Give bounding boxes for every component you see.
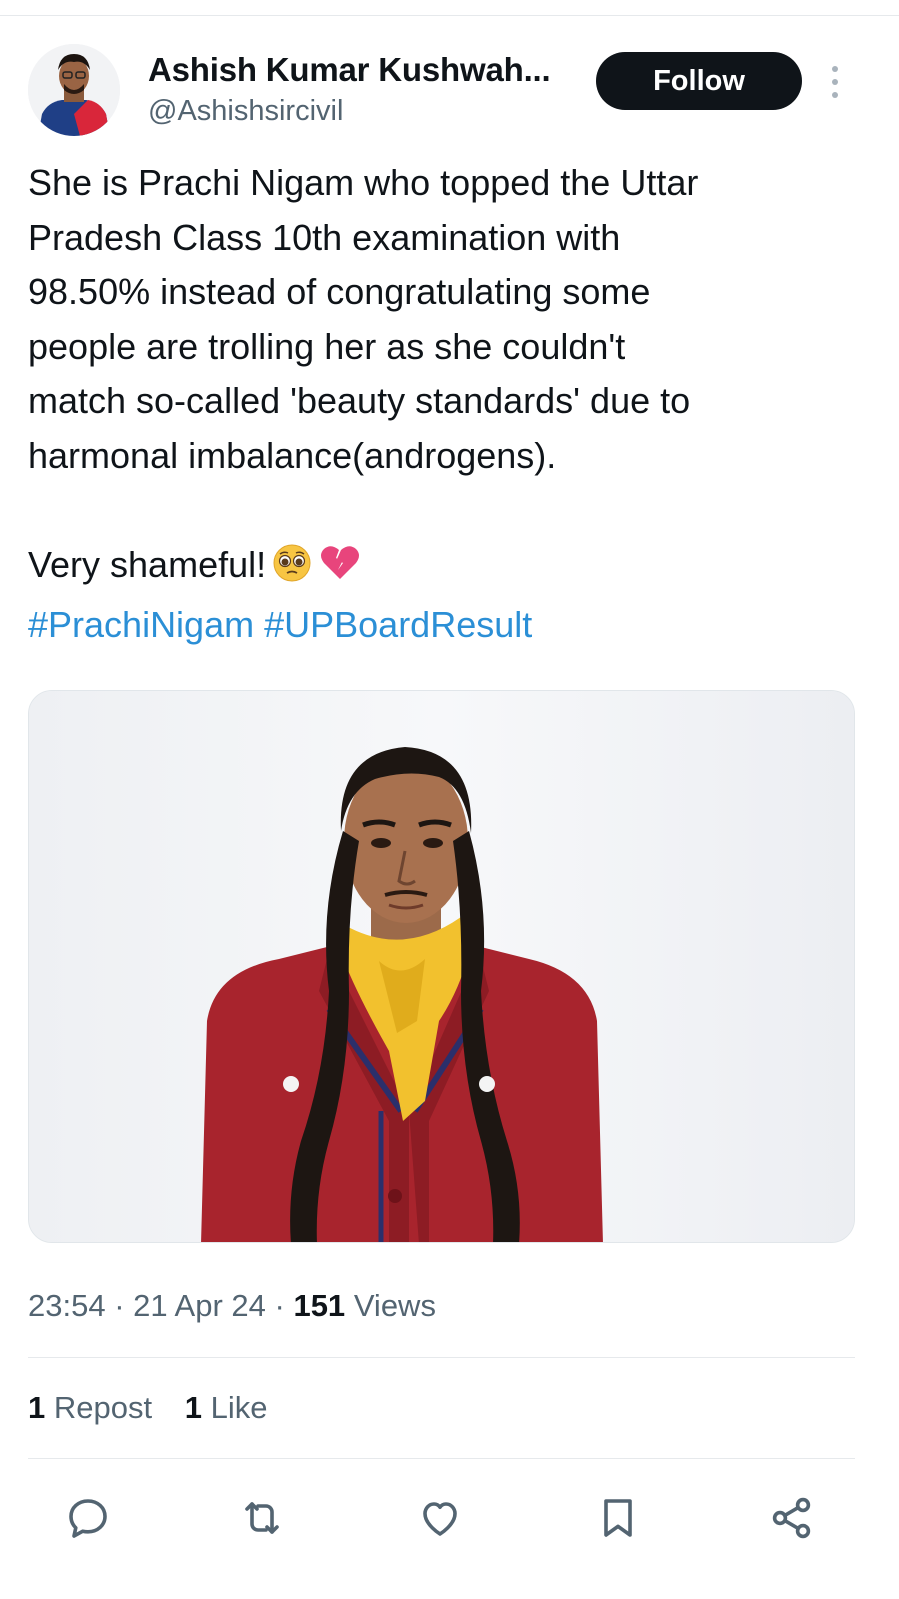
avatar[interactable] — [28, 44, 120, 136]
meta-separator: · — [274, 1288, 285, 1323]
tweet-meta: 23:54 · 21 Apr 24 · 151 Views — [28, 1288, 436, 1324]
author-handle[interactable]: @Ashishsircivil — [148, 92, 588, 130]
more-dot — [832, 79, 838, 85]
tweet-text-line: harmonal imbalance(androgens). — [28, 434, 557, 476]
more-dot — [832, 66, 838, 72]
meta-separator: · — [114, 1288, 125, 1323]
broken-heart-emoji — [318, 543, 362, 599]
reposts-label: Repost — [53, 1390, 153, 1425]
tweet-text-line: Pradesh Class 10th examination with — [28, 216, 621, 258]
portrait-photo — [29, 691, 854, 1242]
likes-stat[interactable]: 1 Like — [185, 1390, 268, 1425]
tweet-text-line: people are trolling her as she couldn't — [28, 325, 626, 367]
author-info[interactable]: Ashish Kumar Kushwah... @Ashishsircivil — [148, 50, 588, 130]
avatar-image — [28, 44, 120, 136]
views-count: 151 — [293, 1288, 346, 1323]
reposts-count: 1 — [28, 1390, 46, 1425]
tweet-time[interactable]: 23:54 — [28, 1288, 106, 1323]
closing-text: Very shameful! — [28, 543, 267, 585]
engagement-stats: 1 Repost 1 Like — [28, 1390, 291, 1426]
views-label: Views — [353, 1288, 436, 1323]
follow-button[interactable]: Follow — [596, 52, 802, 110]
share-icon[interactable] — [764, 1490, 820, 1546]
divider — [28, 1357, 855, 1358]
hashtag-link[interactable]: #PrachiNigam — [28, 604, 254, 645]
action-bar — [28, 1490, 855, 1550]
author-display-name[interactable]: Ashish Kumar Kushwah... — [148, 50, 588, 90]
tweet-header: Ashish Kumar Kushwah... @Ashishsircivil … — [28, 44, 871, 140]
likes-label: Like — [210, 1390, 268, 1425]
repost-icon[interactable] — [234, 1490, 290, 1546]
more-dot — [832, 92, 838, 98]
like-icon[interactable] — [412, 1490, 468, 1546]
likes-count: 1 — [184, 1390, 202, 1425]
reposts-stat[interactable]: 1 Repost — [28, 1390, 152, 1425]
hashtag-link[interactable]: #UPBoardResult — [264, 604, 532, 645]
bookmark-icon[interactable] — [590, 1490, 646, 1546]
hashtags: #PrachiNigam #UPBoardResult — [28, 598, 878, 653]
tweet-image[interactable] — [28, 690, 855, 1243]
closing-line: Very shameful! — [28, 538, 878, 599]
tweet-text: She is Prachi Nigam who topped the Uttar… — [28, 156, 878, 653]
tweet-text-line: match so-called 'beauty standards' due t… — [28, 380, 691, 421]
tweet-text-line: She is Prachi Nigam who topped the Uttar — [28, 162, 699, 203]
tweet-date[interactable]: 21 Apr 24 — [133, 1288, 266, 1323]
pleading-face-emoji — [272, 543, 312, 599]
top-divider — [0, 15, 899, 16]
tweet-text-line: 98.50% instead of congratulating some — [28, 271, 651, 312]
reply-icon[interactable] — [60, 1490, 116, 1546]
more-vertical-icon[interactable] — [820, 62, 850, 102]
divider — [28, 1458, 855, 1459]
